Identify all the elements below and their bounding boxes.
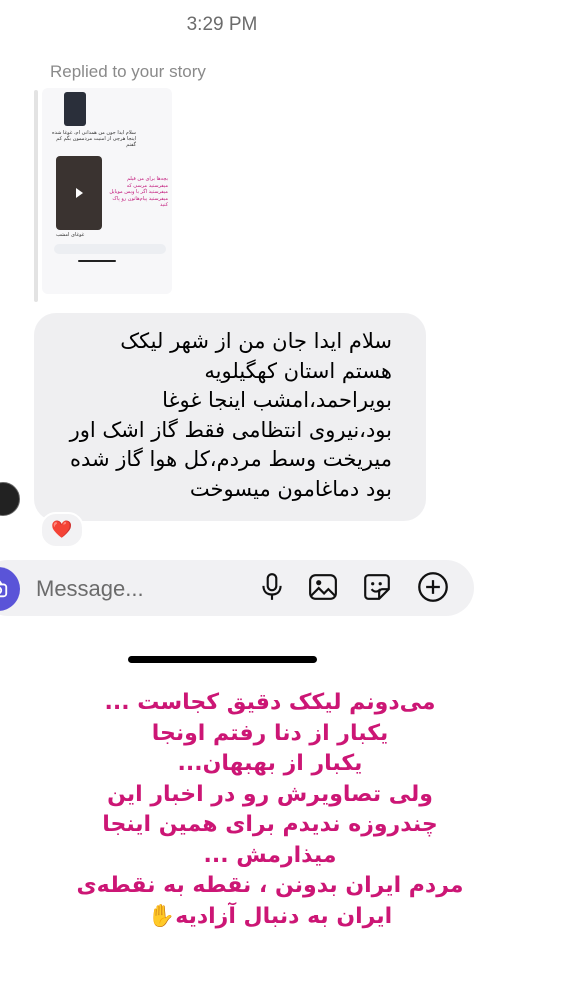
story-preview-caption: غوغای امشب [56, 232, 85, 238]
caption-line: یکبار از دنا رفتم اونجا [151, 720, 389, 746]
sticker-icon [364, 574, 390, 600]
add-button[interactable] [416, 570, 450, 604]
message-line: بود،نیروی انتظامی فقط گاز اشک اور [69, 417, 392, 442]
message-text: سلام ایدا جان من از شهر لیکک هستم استان … [46, 327, 392, 504]
story-preview[interactable]: سلام ایدا جون من همدانی ام، غوغا شده این… [42, 88, 172, 294]
reply-quote-bar [34, 90, 38, 302]
story-preview-image [64, 92, 86, 126]
caption-last-line: ایران به دنبال آزادیه✋ [40, 902, 500, 933]
replied-to-story-label: Replied to your story [50, 62, 206, 81]
message-bubble[interactable]: سلام ایدا جان من از شهر لیکک هستم استان … [34, 313, 426, 521]
home-indicator [128, 656, 317, 663]
message-input[interactable] [34, 571, 238, 607]
image-icon [309, 574, 337, 600]
message-line: بود دماغامون میسوخت [189, 476, 392, 501]
story-preview-text: سلام ایدا جون من همدانی ام، غوغا شده این… [52, 130, 136, 148]
sticker-button[interactable] [360, 570, 394, 604]
status-time: 3:29 PM [186, 14, 258, 35]
caption-line: ایران به دنبال آزادیه [175, 903, 393, 929]
caption-line: میذارمش ... [203, 842, 337, 868]
message-line: بویراحمد،امشب اینجا غوغا [162, 388, 392, 412]
heart-reaction[interactable]: ❤️ [40, 512, 84, 548]
caption-line: چندروزه ندیدم برای همین اینجا [102, 812, 438, 837]
story-caption: می‌دونم لیکک دقیق کجاست ... یکبار از دنا… [40, 688, 500, 932]
add-icon [418, 572, 448, 602]
story-preview-home-indicator [78, 260, 116, 262]
play-icon [76, 188, 83, 198]
raised-hand-icon: ✋ [147, 903, 176, 929]
caption-line: مردم ایران بدونن ، نقطه به نقطه‌ی [76, 873, 464, 898]
caption-line: یکبار از بهبهان... [177, 751, 363, 776]
camera-icon [0, 580, 8, 598]
story-preview-video [56, 156, 102, 230]
sender-avatar[interactable] [0, 482, 20, 516]
caption-line: ولی تصاویرش رو در اخبار این [107, 781, 433, 807]
message-line: هستم استان کهگیلویه [204, 358, 392, 383]
message-line: سلام ایدا جان من از شهر لیکک [120, 329, 392, 353]
caption-line: می‌دونم لیکک دقیق کجاست ... [104, 690, 436, 715]
microphone-button[interactable] [255, 570, 289, 604]
message-line: میریخت وسط مردم،کل هوا گاز شده [69, 447, 392, 471]
story-preview-pink-text: بچه‌ها برای من فیلم میفرستید مرسی که میف… [109, 176, 168, 208]
microphone-icon [262, 573, 282, 600]
story-preview-message-bar [54, 244, 166, 254]
gallery-button[interactable] [306, 570, 340, 604]
